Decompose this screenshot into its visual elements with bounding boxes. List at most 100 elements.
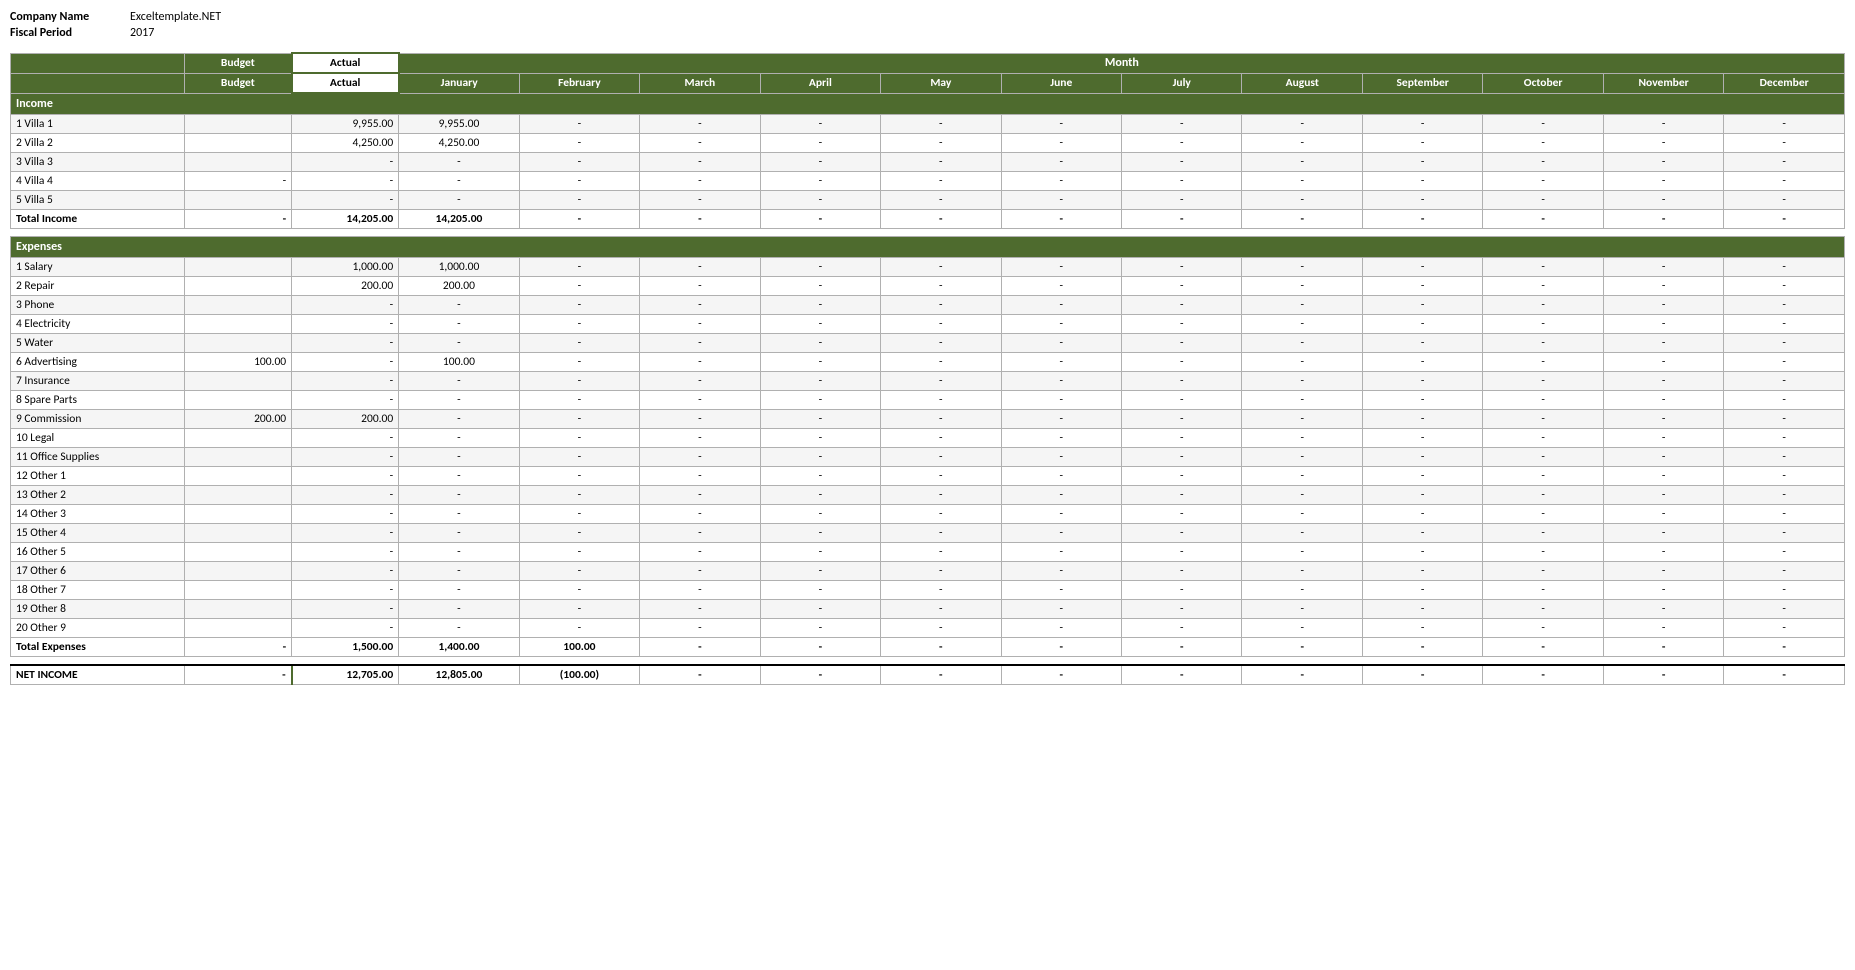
table-cell: -	[1122, 543, 1242, 562]
table-cell: -	[1603, 467, 1723, 486]
table-cell: -	[1724, 353, 1845, 372]
table-cell: -	[640, 315, 760, 334]
table-cell: -	[399, 429, 519, 448]
table-cell: -	[1603, 562, 1723, 581]
th-sep: September	[1362, 73, 1482, 93]
table-cell: -	[1483, 191, 1603, 210]
table-cell: -	[399, 172, 519, 191]
table-cell: -	[1242, 467, 1362, 486]
table-cell: -	[292, 153, 399, 172]
table-cell: -	[292, 391, 399, 410]
table-cell	[185, 391, 292, 410]
table-row: 8 Spare Parts-------------	[11, 391, 1845, 410]
table-row: 3 Phone-------------	[11, 296, 1845, 315]
table-cell: -	[1724, 115, 1845, 134]
th-actual2: Actual	[292, 73, 399, 93]
table-cell: 100.00	[399, 353, 519, 372]
table-cell: -	[881, 191, 1001, 210]
table-cell: -	[1122, 562, 1242, 581]
table-cell: 8 Spare Parts	[11, 391, 185, 410]
th-may: May	[881, 73, 1001, 93]
table-cell: -	[1724, 543, 1845, 562]
table-cell: -	[1603, 134, 1723, 153]
table-cell: -	[760, 353, 880, 372]
table-cell: -	[881, 115, 1001, 134]
budget-table: Budget Actual Month Budget Actual Januar…	[10, 52, 1845, 685]
table-row: 19 Other 8-------------	[11, 600, 1845, 619]
table-cell: 1 Salary	[11, 258, 185, 277]
table-cell	[185, 134, 292, 153]
table-cell: -	[519, 429, 639, 448]
table-cell: -	[292, 315, 399, 334]
table-cell: -	[1122, 410, 1242, 429]
table-cell: -	[1603, 486, 1723, 505]
table-cell: -	[399, 543, 519, 562]
table-cell: -	[1122, 505, 1242, 524]
table-cell: -	[1603, 277, 1723, 296]
table-cell: -	[519, 258, 639, 277]
table-cell: -	[1122, 296, 1242, 315]
table-cell: -	[1483, 315, 1603, 334]
table-cell: -	[760, 210, 880, 229]
table-cell: -	[760, 486, 880, 505]
table-cell: -	[1122, 429, 1242, 448]
table-cell: -	[1242, 410, 1362, 429]
table-cell: -	[1603, 410, 1723, 429]
table-cell: 200.00	[185, 410, 292, 429]
table-cell: -	[1603, 315, 1723, 334]
table-cell: -	[881, 410, 1001, 429]
table-cell: -	[760, 448, 880, 467]
table-cell: -	[1122, 191, 1242, 210]
table-cell: -	[519, 353, 639, 372]
table-cell: -	[292, 429, 399, 448]
net-income-row: NET INCOME-12,705.0012,805.00(100.00)---…	[11, 665, 1845, 685]
table-cell: -	[1001, 486, 1121, 505]
table-cell: -	[1603, 353, 1723, 372]
table-cell: -	[640, 153, 760, 172]
table-cell: -	[1483, 353, 1603, 372]
table-cell: -	[640, 467, 760, 486]
table-cell: -	[1122, 391, 1242, 410]
table-cell: -	[1001, 448, 1121, 467]
table-row: 1 Villa 19,955.009,955.00-----------	[11, 115, 1845, 134]
table-row: 2 Repair200.00200.00-----------	[11, 277, 1845, 296]
table-cell: -	[1724, 391, 1845, 410]
table-cell: 9,955.00	[399, 115, 519, 134]
table-cell: 14,205.00	[292, 210, 399, 229]
table-cell: -	[1603, 638, 1723, 657]
table-cell: -	[1724, 581, 1845, 600]
table-cell: -	[640, 543, 760, 562]
section-header-row: Income	[11, 93, 1845, 115]
table-cell: -	[1122, 258, 1242, 277]
table-cell: -	[1603, 665, 1723, 685]
table-cell: -	[399, 486, 519, 505]
table-cell: -	[1001, 334, 1121, 353]
table-cell: -	[1603, 524, 1723, 543]
table-cell: -	[1603, 429, 1723, 448]
table-cell: 4 Electricity	[11, 315, 185, 334]
table-cell: -	[1001, 191, 1121, 210]
table-cell: -	[1724, 277, 1845, 296]
table-cell: -	[519, 524, 639, 543]
table-cell: -	[881, 210, 1001, 229]
table-cell: -	[519, 115, 639, 134]
table-cell: -	[1001, 277, 1121, 296]
table-cell: -	[1122, 134, 1242, 153]
table-cell: Total Expenses	[11, 638, 185, 657]
table-cell: -	[1362, 296, 1482, 315]
table-cell: -	[1122, 372, 1242, 391]
table-cell: 3 Phone	[11, 296, 185, 315]
th-jun: June	[1001, 73, 1121, 93]
table-cell: -	[1724, 153, 1845, 172]
table-cell: -	[292, 448, 399, 467]
table-cell: -	[399, 505, 519, 524]
table-cell: -	[1001, 296, 1121, 315]
table-cell: 12,705.00	[292, 665, 399, 685]
table-row: 7 Insurance-------------	[11, 372, 1845, 391]
table-cell: -	[519, 600, 639, 619]
table-cell: -	[1362, 467, 1482, 486]
table-cell: -	[1483, 562, 1603, 581]
table-cell: -	[1001, 153, 1121, 172]
table-cell: -	[1603, 210, 1723, 229]
table-cell	[185, 524, 292, 543]
